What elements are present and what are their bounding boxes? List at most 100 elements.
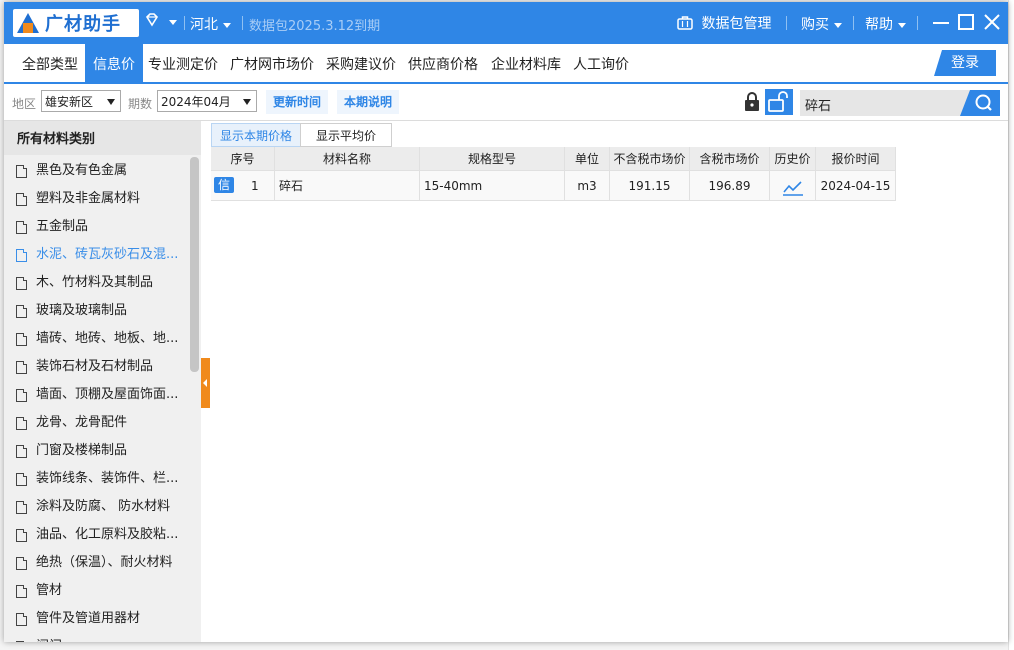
region-filter-label: 地区 <box>12 97 37 111</box>
tab-all-types[interactable]: 全部类型 <box>15 44 85 82</box>
category-list: 黑色及有色金属 塑料及非金属材料 五金制品 水泥、砖瓦灰砂石及混... 木、竹材… <box>4 157 190 642</box>
document-icon <box>16 220 27 234</box>
login-button[interactable]: 登录 <box>934 50 996 76</box>
document-icon <box>16 528 27 542</box>
chevron-down-icon <box>898 22 906 28</box>
category-item[interactable]: 门窗及楼梯制品 <box>4 437 190 465</box>
category-label: 装饰线条、装饰件、栏... <box>36 471 179 486</box>
divider <box>853 16 854 30</box>
search-input[interactable] <box>800 90 967 118</box>
category-item[interactable]: 木、竹材料及其制品 <box>4 269 190 297</box>
category-item[interactable]: 龙骨、龙骨配件 <box>4 409 190 437</box>
trend-chart-icon[interactable] <box>782 177 804 207</box>
header-price-ex-tax[interactable]: 不含税市场价 <box>610 147 690 171</box>
category-item[interactable]: 墙砖、地砖、地板、地... <box>4 325 190 353</box>
header-spec[interactable]: 规格型号 <box>420 147 565 171</box>
category-item[interactable]: 绝热（保温）、耐火材料 <box>4 549 190 577</box>
category-item[interactable]: 黑色及有色金属 <box>4 157 190 185</box>
header-unit[interactable]: 单位 <box>565 147 610 171</box>
divider <box>786 16 787 30</box>
cell-name: 碎石 <box>275 171 420 201</box>
period-description-button[interactable]: 本期说明 <box>337 90 400 114</box>
favorite-diamond-icon[interactable] <box>144 12 160 32</box>
category-item[interactable]: 玻璃及玻璃制品 <box>4 297 190 325</box>
category-item[interactable]: 管件及管道用器材 <box>4 605 190 633</box>
logo-text: 广材助手 <box>45 14 121 35</box>
tab-purchase-suggestion[interactable]: 采购建议价 <box>321 44 401 82</box>
period-select[interactable]: 2024年04月 <box>157 90 257 112</box>
minimize-button[interactable] <box>931 12 951 32</box>
lock-icon[interactable] <box>743 92 761 116</box>
sidebar-collapse-handle[interactable] <box>201 358 210 408</box>
maximize-button[interactable] <box>956 12 976 32</box>
document-icon <box>16 416 27 430</box>
tab-supplier-price[interactable]: 供应商价格 <box>403 44 483 82</box>
app-window: 广材助手 河北 数据包2025.3.12到期 数据包管理 购买 帮助 全部类型 … <box>4 2 1008 642</box>
cell-price-in-tax: 196.89 <box>690 171 770 201</box>
search-box <box>800 90 1000 118</box>
period-filter-label: 期数 <box>128 97 153 111</box>
update-time-button[interactable]: 更新时间 <box>266 90 329 114</box>
tab-current-price[interactable]: 显示本期价格 <box>211 123 301 147</box>
category-label: 黑色及有色金属 <box>36 163 128 178</box>
category-item[interactable]: 油品、化工原料及胶粘... <box>4 521 190 549</box>
buy-menu[interactable]: 购买 <box>801 14 842 34</box>
cell-history <box>770 171 816 201</box>
document-icon <box>16 164 27 178</box>
region-select[interactable]: 雄安新区 <box>41 90 121 112</box>
document-icon <box>16 556 27 570</box>
category-item[interactable]: 装饰石材及石材制品 <box>4 353 190 381</box>
document-icon <box>16 332 27 346</box>
category-label: 五金制品 <box>36 219 89 234</box>
tab-professional-price[interactable]: 专业测定价 <box>143 44 223 82</box>
divider <box>184 16 185 30</box>
category-item-selected[interactable]: 水泥、砖瓦灰砂石及混... <box>4 241 190 269</box>
category-item[interactable]: 塑料及非金属材料 <box>4 185 190 213</box>
tab-market-price[interactable]: 广材网市场价 <box>225 44 319 82</box>
tab-manual-inquiry[interactable]: 人工询价 <box>568 44 634 82</box>
buy-label: 购买 <box>801 17 829 33</box>
sidebar-scrollbar[interactable] <box>190 157 199 372</box>
category-item[interactable]: 装饰线条、装饰件、栏... <box>4 465 190 493</box>
category-label: 木、竹材料及其制品 <box>36 275 154 290</box>
sidebar-title: 所有材料类别 <box>4 121 201 155</box>
unlock-icon[interactable] <box>765 89 793 119</box>
region-selector[interactable]: 河北 <box>190 14 231 34</box>
chevron-down-icon <box>223 22 231 28</box>
document-icon <box>16 444 27 458</box>
close-button[interactable] <box>982 12 1002 32</box>
tab-average-price[interactable]: 显示平均价 <box>300 123 392 147</box>
category-label: 绝热（保温）、耐火材料 <box>36 555 173 570</box>
category-label: 涂料及防腐、 防水材料 <box>36 499 171 514</box>
cell-price-ex-tax: 191.15 <box>610 171 690 201</box>
header-history[interactable]: 历史价 <box>770 147 816 171</box>
tab-enterprise-library[interactable]: 企业材料库 <box>486 44 566 82</box>
logo-mark-icon <box>15 11 41 35</box>
period-select-value: 2024年04月 <box>161 95 231 109</box>
cell-date: 2024-04-15 <box>816 171 896 201</box>
category-item[interactable]: 墙面、顶棚及屋面饰面... <box>4 381 190 409</box>
favorite-dropdown[interactable] <box>164 14 177 30</box>
category-item[interactable]: 管材 <box>4 577 190 605</box>
category-sidebar: 所有材料类别 黑色及有色金属 塑料及非金属材料 五金制品 水泥、砖瓦灰砂石及混.… <box>4 121 201 642</box>
tab-info-price[interactable]: 信息价 <box>85 44 143 82</box>
document-icon <box>16 304 27 318</box>
header-price-in-tax[interactable]: 含税市场价 <box>690 147 770 171</box>
background-window-edge <box>1008 0 1014 650</box>
category-item[interactable]: 五金制品 <box>4 213 190 241</box>
category-label: 管材 <box>36 583 63 598</box>
category-label: 阀门 <box>36 633 62 642</box>
row-seq: 1 <box>251 179 259 193</box>
help-menu[interactable]: 帮助 <box>865 14 906 34</box>
category-item[interactable]: 涂料及防腐、 防水材料 <box>4 493 190 521</box>
title-bar: 广材助手 河北 数据包2025.3.12到期 数据包管理 购买 帮助 <box>4 2 1008 44</box>
dropdown-arrow-icon <box>243 99 251 105</box>
data-package-button[interactable]: 数据包管理 <box>677 13 771 34</box>
filter-bar: 地区 雄安新区 期数 2024年04月 更新时间 本期说明 <box>4 84 1008 121</box>
divider <box>242 16 243 30</box>
region-select-value: 雄安新区 <box>45 95 94 109</box>
header-seq[interactable]: 序号 <box>211 147 275 171</box>
header-date[interactable]: 报价时间 <box>816 147 896 171</box>
category-item[interactable]: 阀门 <box>4 633 190 642</box>
header-name[interactable]: 材料名称 <box>275 147 420 171</box>
